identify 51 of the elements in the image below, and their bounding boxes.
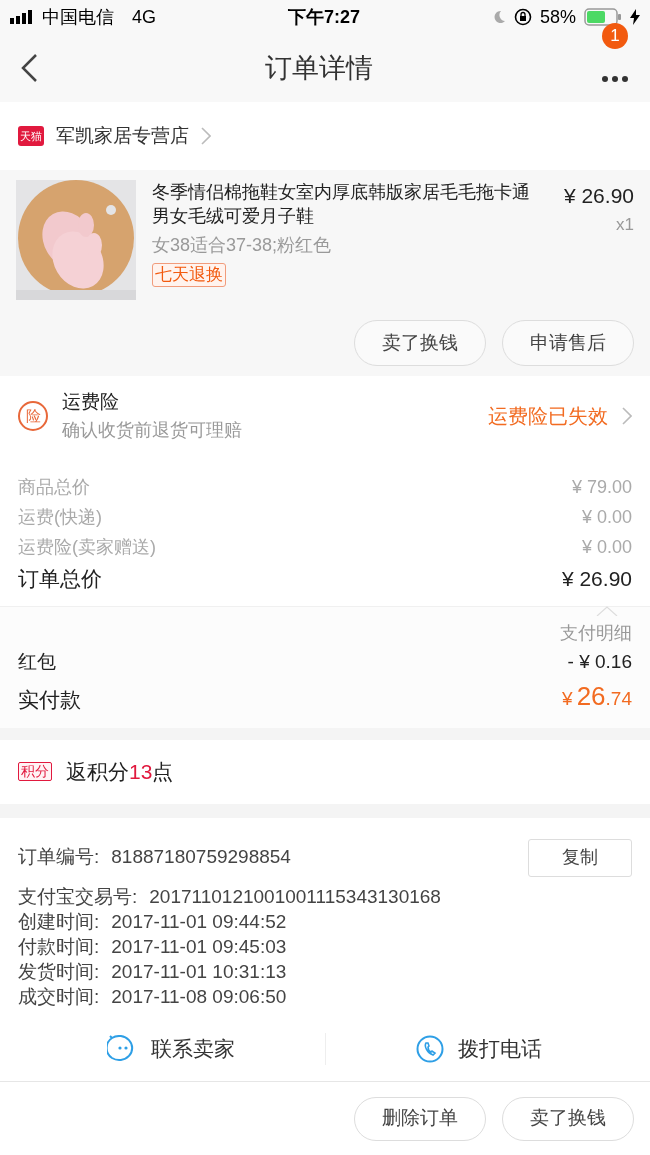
order-info-line: 付款时间: 2017-11-01 09:45:03: [18, 934, 287, 959]
insurance-icon: 险: [18, 400, 48, 431]
caret-up-icon: [596, 605, 618, 616]
price-value: ¥ 0.00: [581, 505, 632, 529]
back-icon[interactable]: [20, 53, 38, 83]
contact-link[interactable]: 联系卖家: [151, 1033, 236, 1065]
order-info-line: 发货时间: 2017-11-01 10:31:13: [18, 959, 287, 984]
return-tag: 七天退换: [152, 263, 226, 287]
points-text: 返积分13点: [66, 758, 174, 785]
price-label: 订单总价: [18, 565, 102, 592]
phone-icon: [415, 1035, 444, 1063]
price-value: ¥ 26.90: [561, 565, 632, 592]
paid-amount: ¥26.74: [562, 679, 632, 713]
paid-label: 实付款: [18, 687, 81, 713]
payment-value: - ¥ 0.16: [567, 649, 632, 674]
shop-name[interactable]: 军凯家居专营店: [56, 121, 189, 151]
more-icon[interactable]: [601, 75, 629, 83]
insurance-subtitle: 确认收货前退货可理赔: [62, 418, 243, 442]
charging-icon: [630, 9, 640, 25]
order-info-line: 订单编号: 81887180759298854: [18, 845, 291, 870]
price-label: 运费险(卖家赠送): [18, 535, 156, 559]
page-title: 订单详情: [265, 51, 373, 85]
battery-icon: [584, 8, 622, 26]
carrier: 中国电信: [42, 5, 114, 29]
payment-detail-label: 支付明细: [560, 621, 632, 645]
order-action-button[interactable]: 申请售后: [502, 320, 634, 366]
payment-label: 红包: [18, 649, 56, 674]
product-title[interactable]: 冬季情侣棉拖鞋女室内厚底韩版家居毛毛拖卡通男女毛绒可爱月子鞋: [152, 180, 532, 228]
product-sku: 女38适合37-38;粉红色: [152, 234, 333, 257]
price-value: ¥ 0.00: [581, 535, 632, 559]
copy-button[interactable]: 复制: [528, 838, 632, 877]
price-value: ¥ 79.00: [571, 475, 632, 499]
chevron-right-icon: [201, 127, 211, 145]
rotation-lock-icon: [513, 8, 532, 26]
product-quantity: x1: [616, 213, 634, 236]
price-label: 商品总价: [18, 475, 90, 499]
chevron-right-icon: [622, 406, 632, 425]
tmall-logo: 天猫: [18, 126, 44, 146]
battery-percent: 58%: [539, 5, 576, 29]
network: 4G: [132, 5, 156, 29]
order-action-button[interactable]: 卖了换钱: [354, 320, 486, 366]
order-info-line: 成交时间: 2017-11-08 09:06:50: [18, 984, 287, 1009]
order-info-line: 创建时间: 2017-11-01 09:44:52: [18, 909, 287, 934]
notification-badge: 1: [602, 23, 628, 49]
order-info-line: 支付宝交易号: 2017110121001001115343130168: [18, 884, 441, 909]
points-tag: 积分: [18, 762, 52, 781]
price-label: 运费(快递): [18, 505, 102, 529]
product-price: ¥ 26.90: [563, 183, 634, 209]
clock: 下午7:27: [287, 5, 360, 29]
contact-link[interactable]: 拨打电话: [457, 1033, 542, 1065]
insurance-title: 运费险: [62, 390, 120, 414]
